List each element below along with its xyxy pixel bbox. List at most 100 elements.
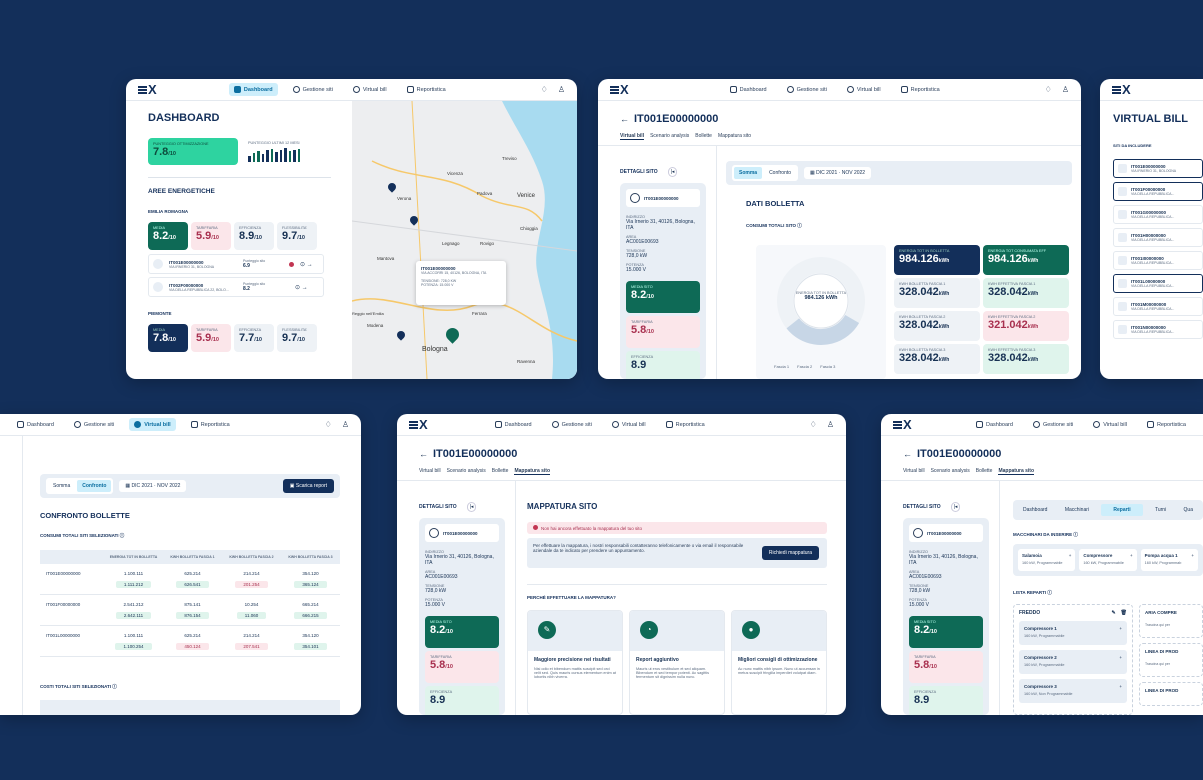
collapse-icon[interactable]: |◂ [950,502,961,512]
tab-scenario[interactable]: Scenario analysis [931,468,970,475]
map-popup[interactable]: IT001E00000000 VIA ACCORRI 15, 40126, BO… [416,261,506,305]
nav-reportistica[interactable]: Reportistica [1142,418,1191,431]
tab-bollette[interactable]: Bollette [976,468,993,475]
warning-icon [533,525,538,530]
menu-icon[interactable] [610,85,619,94]
nav-virtual-bill[interactable]: Virtual bill [129,418,176,431]
nav-gestione-siti[interactable]: Gestione siti [1028,418,1078,431]
back-icon[interactable]: ← [419,449,428,459]
collapse-icon[interactable]: |◂ [466,502,477,512]
site-row[interactable]: IT002F00000000 VIA DELLA REPUBBLICA 22, B… [148,277,324,297]
bell-icon[interactable]: ♢ [541,85,548,94]
site-list-item[interactable]: IT001N00000000 VIA DELLA REPUBBLICA... [1113,320,1203,339]
nav-gestione-siti[interactable]: Gestione siti [782,83,832,96]
site-list-item[interactable]: IT001L00000000 VIA DELLA REPUBBLICA... [1113,274,1203,293]
tab-scenario[interactable]: Scenario analysis [650,133,689,140]
home-icon [17,421,24,428]
machine-item[interactable]: Compressore 3 +160 kW, Non Programmabile [1019,679,1127,703]
nav-dashboard[interactable]: Dashboard [725,83,772,96]
machine-card[interactable]: Compressore +160 kW, Programmabile [1079,549,1137,571]
tab-turni[interactable]: Turni [1150,504,1171,516]
add-icon[interactable]: + [1119,626,1122,631]
tab-macchinari[interactable]: Macchinari [1060,504,1094,516]
menu-icon[interactable] [409,420,418,429]
tab-scenario[interactable]: Scenario analysis [447,468,486,475]
add-icon[interactable]: + [1191,553,1194,558]
site-row[interactable]: IT001E00000000 VIA IRNERIO 31, BOLOGNA Pu… [148,254,324,274]
add-icon[interactable]: + [1119,655,1122,660]
trash-icon[interactable]: 🗑 [1121,610,1127,616]
tab-qua[interactable]: Qua [1179,504,1198,516]
machine-card[interactable]: Pompa acqua 1 +160 kW, Programmab [1140,549,1198,571]
bell-icon[interactable]: ♢ [1045,85,1052,94]
departments-card: X Dashboard Gestione siti Virtual bill R… [881,414,1203,715]
bell-icon[interactable]: ♢ [325,420,332,429]
tab-bollette[interactable]: Bollette [492,468,509,475]
nav-reportistica[interactable]: Reportistica [186,418,235,431]
nav-gestione-siti[interactable]: Gestione siti [547,418,597,431]
add-icon[interactable]: + [1119,684,1122,689]
download-report-button[interactable]: ▣ Scarica report [282,479,334,493]
back-icon[interactable]: ← [620,114,629,124]
nav-virtual-bill[interactable]: Virtual bill [842,83,886,96]
gear-icon [73,421,81,428]
user-icon[interactable]: ♙ [558,85,565,94]
toggle-somma[interactable]: Somma [734,167,763,179]
nav-dashboard[interactable]: Dashboard [490,418,537,431]
site-icon [1118,187,1127,196]
tab-mappatura[interactable]: Mappatura sito [514,468,551,475]
user-icon[interactable]: ♙ [342,420,349,429]
nav-virtual-bill[interactable]: Virtual bill [1088,418,1132,431]
toggle-somma[interactable]: Somma [48,480,75,492]
tab-bollette[interactable]: Bollette [695,133,712,140]
tab-reparti[interactable]: Reparti [1101,504,1143,516]
tab-virtual-bill[interactable]: Virtual bill [419,468,441,475]
top-bar: X Dashboard Gestione siti Virtual bill R… [397,414,846,436]
map[interactable]: Verona Vicenza Treviso Padova Venice Leg… [352,101,577,379]
edit-icon[interactable]: ✎ [1111,610,1115,616]
site-list-item[interactable]: IT001M00000000 VIA DELLA REPUBBLICA... [1113,297,1203,316]
back-icon[interactable]: ← [903,449,912,459]
site-list-item[interactable]: IT001F00000000 VIA DELLA REPUBBLICA... [1113,182,1203,201]
nav-reportistica[interactable]: Reportistica [661,418,710,431]
add-icon[interactable]: + [1130,553,1133,558]
menu-icon[interactable] [893,420,902,429]
nav-gestione-siti[interactable]: Gestione siti [288,83,338,96]
machine-card[interactable]: Salamoia +160 kW, Programmabile [1018,549,1076,571]
site-list-item[interactable]: IT001H00000000 VIA DELLA REPUBBLICA... [1113,228,1203,247]
menu-icon[interactable] [138,85,147,94]
more-icon[interactable]: ⊙ → [295,284,308,291]
stat-tile: KWH BOLLETTA FASCIA 2 328.042kWh [894,311,980,341]
machine-item[interactable]: Compressore 1 +160 kW, Programmabile [1019,621,1127,645]
areas-title: AREE ENERGETICHE [148,188,215,195]
tab-mappatura[interactable]: Mappatura sito [998,468,1035,475]
machine-item[interactable]: Compressore 2 +160 kW, Programmabile [1019,650,1127,674]
tab-mappatura[interactable]: Mappatura sito [718,133,751,140]
period-picker[interactable]: ▦ DIC 2021 · NOV 2022 [804,167,872,179]
user-icon[interactable]: ♙ [1062,85,1069,94]
toggle-confronto[interactable]: Confronto [77,480,112,492]
site-list-item[interactable]: IT001I00000000 VIA DELLA REPUBBLICA... [1113,251,1203,270]
nav-dashboard[interactable]: Dashboard [228,83,278,96]
bell-icon[interactable]: ♢ [810,420,817,429]
more-icon[interactable]: ⊙ → [300,261,313,268]
nav-reportistica[interactable]: Reportistica [896,83,945,96]
request-mapping-button[interactable]: Richiedi mappatura [761,546,819,560]
nav-dashboard[interactable]: Dashboard [12,418,59,431]
nav-reportistica[interactable]: Reportistica [402,83,451,96]
user-icon[interactable]: ♙ [827,420,834,429]
menu-icon[interactable] [1112,85,1121,94]
tab-virtual-bill[interactable]: Virtual bill [903,468,925,475]
tab-dashboard[interactable]: Dashboard [1018,504,1052,516]
collapse-icon[interactable]: |◂ [667,167,678,177]
nav-gestione-siti[interactable]: Gestione siti [69,418,119,431]
tab-virtual-bill[interactable]: Virtual bill [620,133,645,140]
add-icon[interactable]: + [1069,553,1072,558]
site-list-item[interactable]: IT001E00000000 VIA IRNERIO 31, BOLOGNA [1113,159,1203,178]
nav-dashboard[interactable]: Dashboard [971,418,1018,431]
nav-virtual-bill[interactable]: Virtual bill [607,418,651,431]
site-list-item[interactable]: IT001G00000000 VIA DELLA REPUBBLICA... [1113,205,1203,224]
nav-virtual-bill[interactable]: Virtual bill [348,83,392,96]
toggle-confronto[interactable]: Confronto [764,167,796,179]
period-picker[interactable]: ▦ DIC 2021 · NOV 2022 [119,480,187,492]
